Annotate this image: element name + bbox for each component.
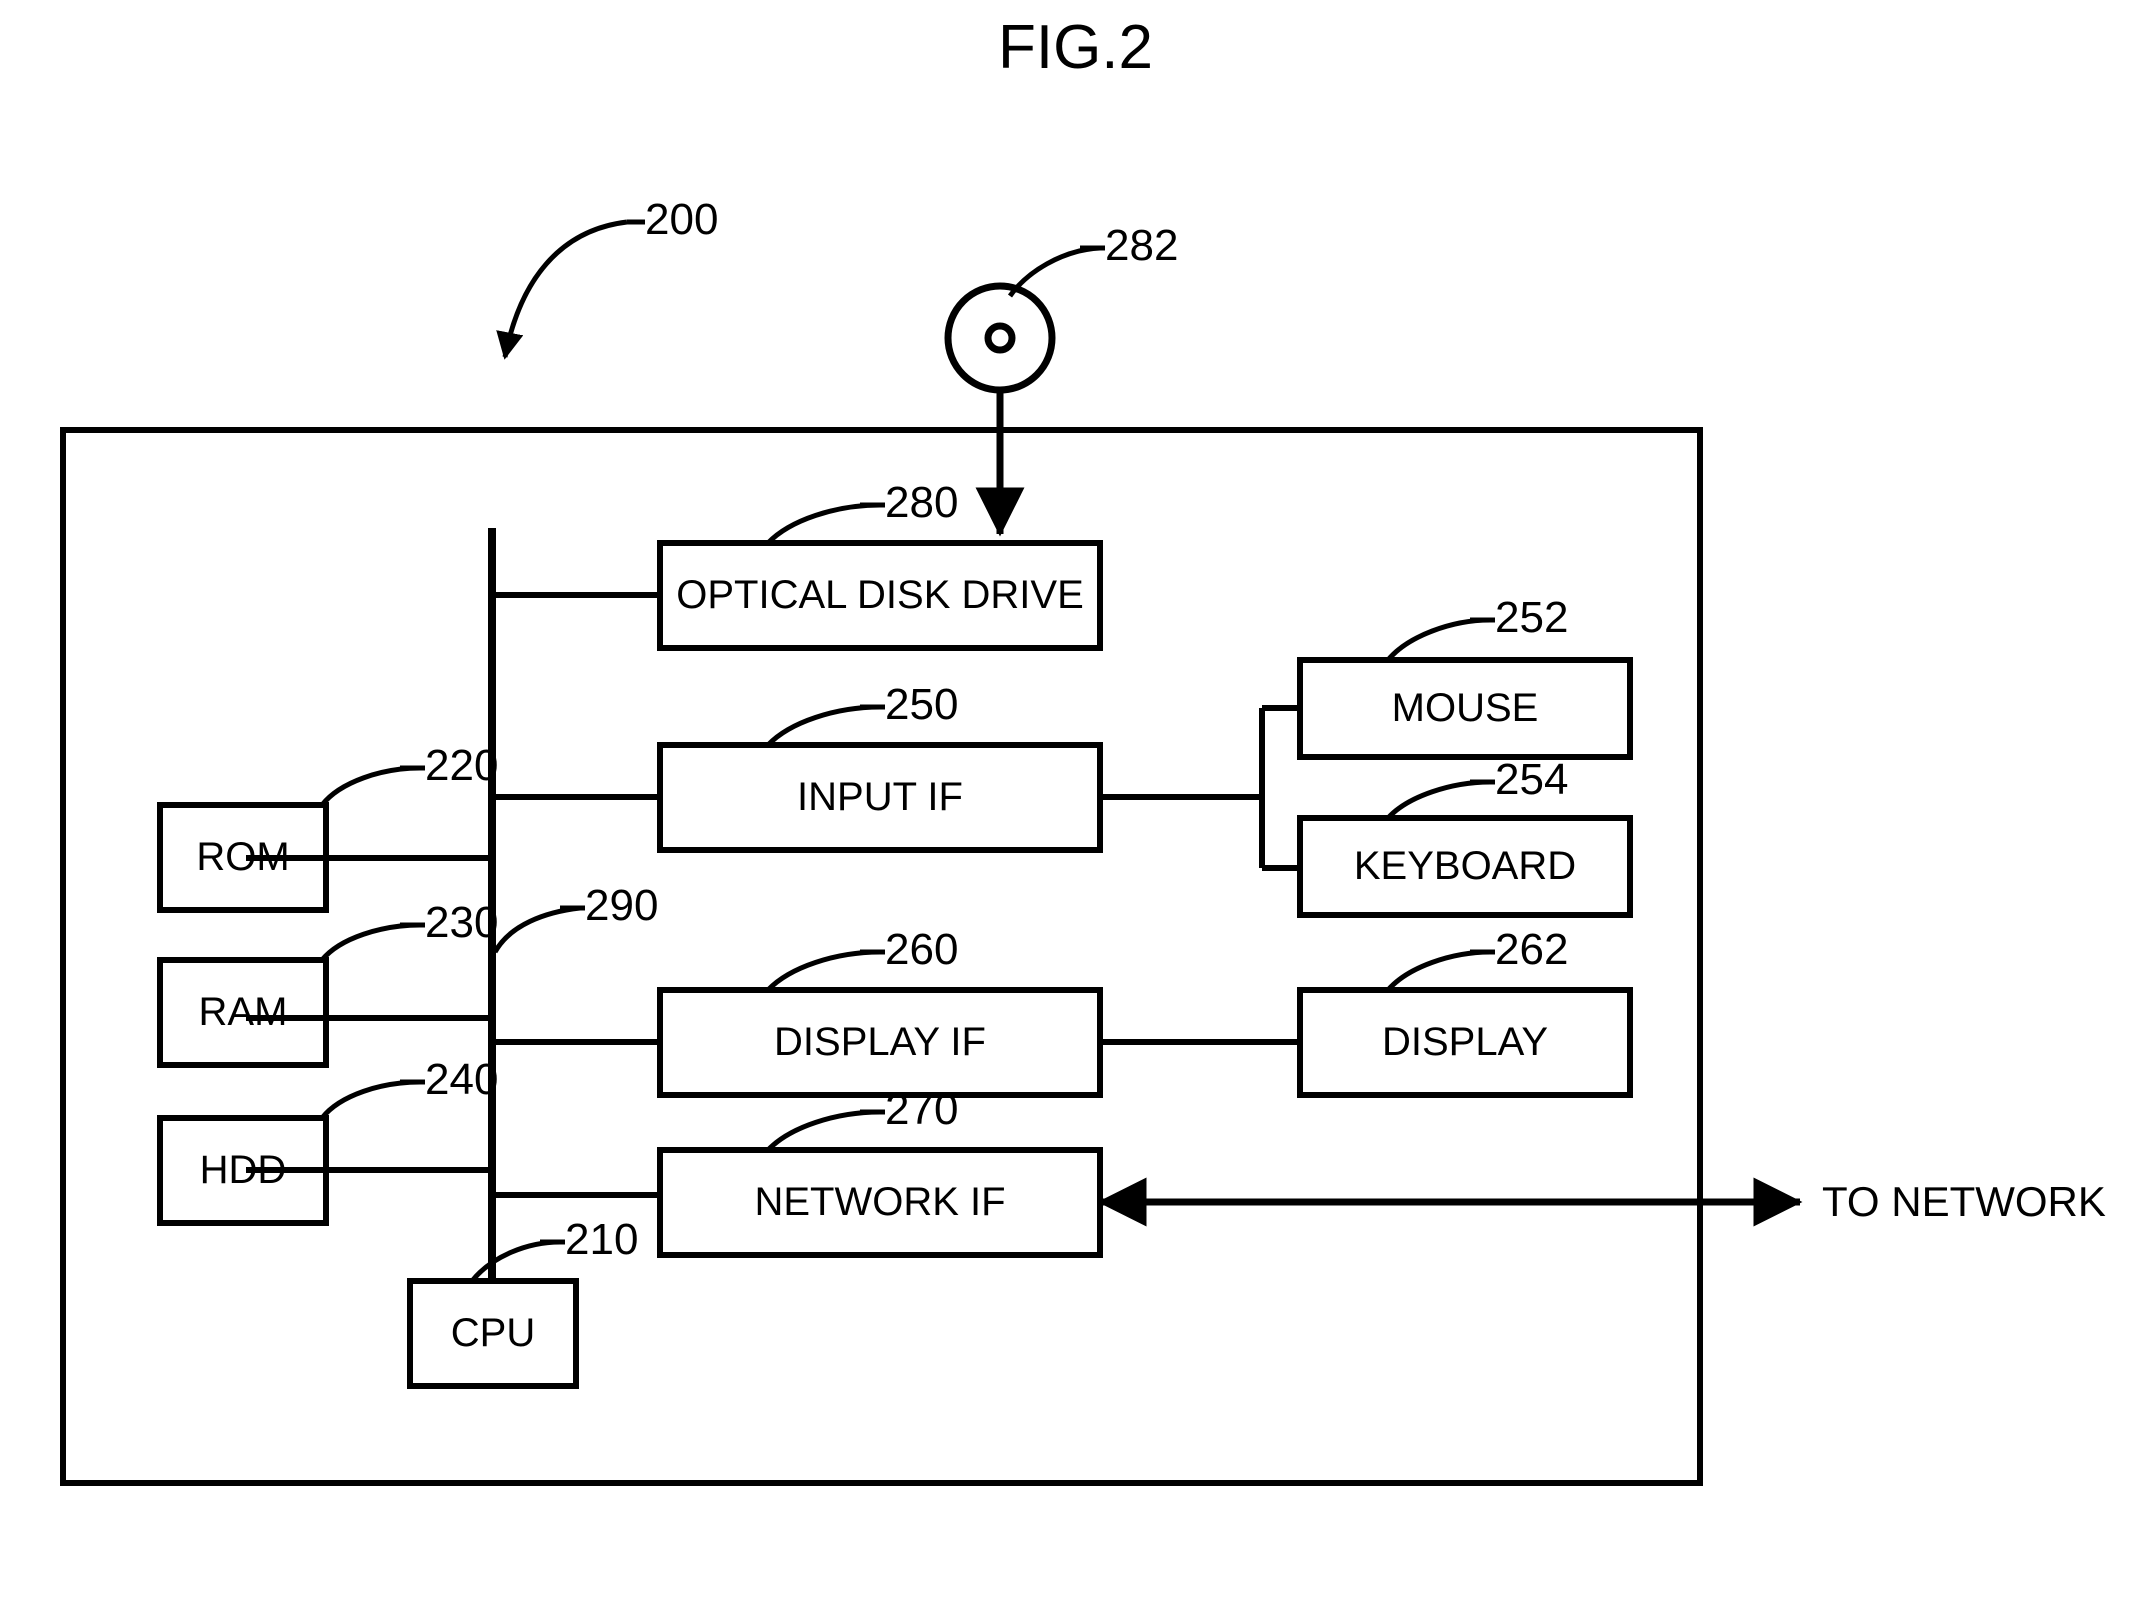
leader-200 [496, 219, 628, 360]
figure-root: FIG.2 OPTICAL DISK DRIVE INPUT IF DISPLA… [0, 0, 2151, 1621]
box-ram [157, 957, 329, 1068]
ref-number-200: 200 [645, 195, 719, 244]
ref-number-270: 270 [885, 1085, 959, 1134]
ref-number-230: 230 [425, 898, 499, 947]
optical-media-disk [944, 282, 1056, 394]
ref-number-260: 260 [885, 925, 959, 974]
leader-254 [1386, 779, 1491, 820]
leader-240 [320, 1079, 421, 1120]
ref-number-262: 262 [1495, 925, 1569, 974]
box-display [1297, 987, 1633, 1098]
ref-number-254: 254 [1495, 755, 1569, 804]
box-keyboard [1297, 815, 1633, 918]
optical-media-hole [984, 322, 1016, 354]
ref-number-220: 220 [425, 741, 499, 790]
ref-number-280: 280 [885, 478, 959, 527]
leader-220 [320, 765, 421, 807]
box-display-if [657, 987, 1103, 1098]
leader-290 [492, 905, 581, 954]
ref-number-250: 250 [885, 680, 959, 729]
ref-number-282: 282 [1105, 221, 1179, 270]
ref-number-240: 240 [425, 1055, 499, 1104]
ref-number-290: 290 [585, 881, 659, 930]
leader-262 [1386, 949, 1491, 992]
box-input-if [657, 742, 1103, 853]
ref-number-252: 252 [1495, 593, 1569, 642]
leader-230 [320, 922, 421, 962]
box-cpu [407, 1278, 579, 1389]
box-mouse [1297, 657, 1633, 760]
leader-250 [766, 704, 881, 747]
leader-270 [766, 1109, 881, 1152]
leader-252 [1386, 617, 1491, 662]
figure-drawing [60, 219, 1803, 1486]
leader-210 [470, 1239, 561, 1283]
box-network-if [657, 1147, 1103, 1258]
leader-260 [766, 949, 881, 992]
external-network-label: TO NETWORK [1822, 1178, 2106, 1225]
box-optical-disk-drive [657, 540, 1103, 651]
ref-number-210: 210 [565, 1215, 639, 1264]
leader-280 [766, 502, 881, 545]
